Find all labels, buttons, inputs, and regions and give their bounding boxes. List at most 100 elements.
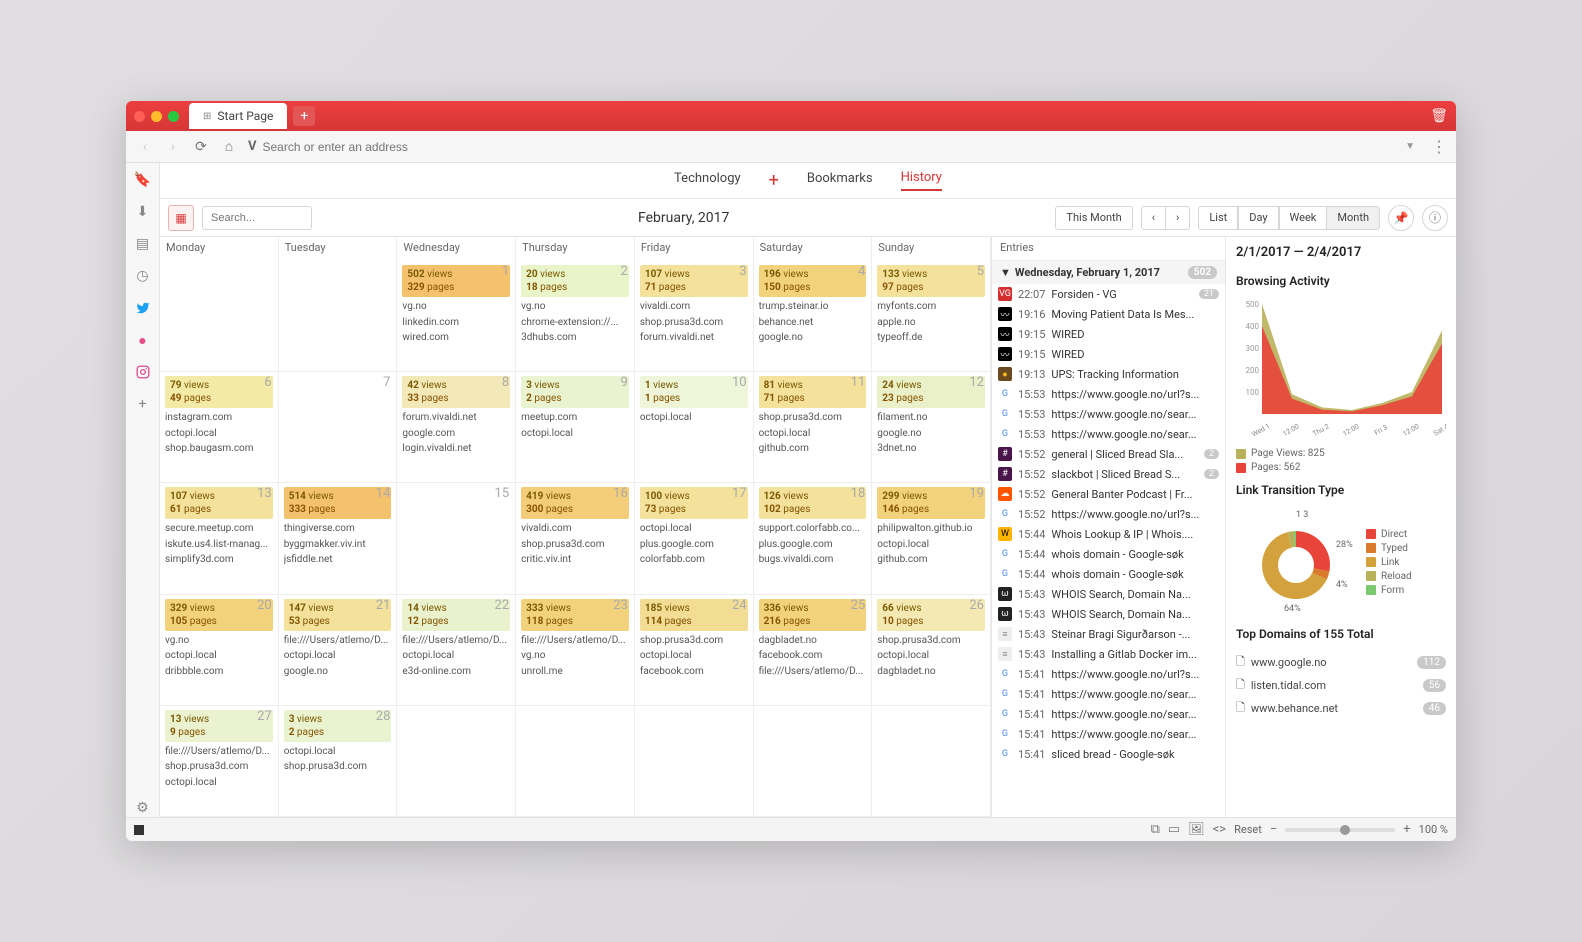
history-panel-icon[interactable]: ◷ bbox=[134, 267, 152, 285]
new-tab-button[interactable]: + bbox=[293, 106, 315, 126]
calendar-cell[interactable]: 7 bbox=[279, 372, 398, 483]
zoom-in-button[interactable]: + bbox=[1403, 822, 1410, 837]
calendar-cell[interactable] bbox=[754, 706, 873, 817]
instagram-panel-icon[interactable] bbox=[134, 363, 152, 381]
calendar-cell[interactable]: 93 views2 pagesmeetup.comoctopi.local bbox=[516, 372, 635, 483]
address-input[interactable] bbox=[263, 140, 1400, 154]
calendar-cell[interactable]: 2666 views10 pagesshop.prusa3d.comoctopi… bbox=[872, 595, 991, 706]
top-domain-row[interactable]: 🗋www.google.no112 bbox=[1236, 651, 1446, 674]
calendar-cell[interactable]: 19299 views146 pagesphilipwalton.github.… bbox=[872, 483, 991, 594]
history-entry[interactable]: G15:44whois domain - Google-søk bbox=[992, 544, 1225, 564]
tab-bookmarks[interactable]: Bookmarks bbox=[807, 171, 873, 190]
history-entry[interactable]: G15:41https://www.google.no/sear... bbox=[992, 724, 1225, 744]
notes-panel-icon[interactable]: ▤ bbox=[134, 235, 152, 253]
calendar-cell[interactable] bbox=[872, 706, 991, 817]
zoom-slider[interactable] bbox=[1285, 828, 1395, 832]
calendar-cell[interactable]: 220 views18 pagesvg.nochrome-extension:/… bbox=[516, 261, 635, 372]
next-button[interactable]: › bbox=[1166, 206, 1190, 230]
calendar-cell[interactable]: 20329 views105 pagesvg.nooctopi.localdri… bbox=[160, 595, 279, 706]
calendar-cell[interactable]: 1224 views23 pagesfilament.nogoogle.no3d… bbox=[872, 372, 991, 483]
history-entry[interactable]: G15:53https://www.google.no/sear... bbox=[992, 404, 1225, 424]
history-entry[interactable]: ≡15:43Installing a Gitlab Docker im... bbox=[992, 644, 1225, 664]
capture-icon[interactable]: ⧉ bbox=[1151, 822, 1160, 837]
menu-button[interactable]: ⋮ bbox=[1431, 137, 1446, 156]
top-domain-row[interactable]: 🗋listen.tidal.com56 bbox=[1236, 674, 1446, 697]
history-entry[interactable]: 〰19:15WIRED bbox=[992, 344, 1225, 364]
history-entry[interactable]: G15:41https://www.google.no/sear... bbox=[992, 684, 1225, 704]
bookmarks-panel-icon[interactable]: 🔖 bbox=[134, 171, 152, 189]
back-button[interactable]: ‹ bbox=[136, 139, 154, 155]
calendar-cell[interactable]: 25336 views216 pagesdagbladet.nofacebook… bbox=[754, 595, 873, 706]
prev-button[interactable]: ‹ bbox=[1141, 206, 1166, 230]
zoom-reset-button[interactable]: Reset bbox=[1234, 823, 1262, 836]
calendar-cell[interactable]: 101 views1 pagesoctopi.local bbox=[635, 372, 754, 483]
history-entry[interactable]: 〰19:16Moving Patient Data Is Mes... bbox=[992, 304, 1225, 324]
calendar-picker-button[interactable]: ▦ bbox=[168, 205, 194, 231]
history-entry[interactable]: 〰19:15WIRED bbox=[992, 324, 1225, 344]
history-entry[interactable]: G15:44whois domain - Google-søk bbox=[992, 564, 1225, 584]
settings-icon[interactable]: ⚙ bbox=[134, 799, 152, 817]
reload-button[interactable]: ⟳ bbox=[192, 139, 210, 155]
calendar-cell[interactable]: 1502 views329 pagesvg.nolinkedin.comwire… bbox=[397, 261, 516, 372]
calendar-cell[interactable]: 283 views2 pagesoctopi.localshop.prusa3d… bbox=[279, 706, 398, 817]
trash-icon[interactable]: 🗑 bbox=[1430, 108, 1448, 124]
calendar-cell[interactable]: 1181 views71 pagesshop.prusa3d.comoctopi… bbox=[754, 372, 873, 483]
page-actions-icon[interactable]: <> bbox=[1213, 822, 1226, 837]
view-day-button[interactable]: Day bbox=[1238, 206, 1278, 230]
pin-button[interactable]: 📌 bbox=[1388, 205, 1414, 231]
downloads-panel-icon[interactable]: ⬇ bbox=[134, 203, 152, 221]
calendar-cell[interactable] bbox=[397, 706, 516, 817]
calendar-cell[interactable]: 842 views33 pagesforum.vivaldi.netgoogle… bbox=[397, 372, 516, 483]
info-button[interactable]: ⓘ bbox=[1422, 205, 1448, 231]
history-entry[interactable]: W15:44Whois Lookup & IP | Whois.... bbox=[992, 524, 1225, 544]
history-entry[interactable]: G15:53https://www.google.no/sear... bbox=[992, 424, 1225, 444]
this-month-button[interactable]: This Month bbox=[1055, 206, 1132, 230]
history-entry[interactable]: G15:41sliced bread - Google-søk bbox=[992, 744, 1225, 764]
history-entry[interactable]: ●19:13UPS: Tracking Information bbox=[992, 364, 1225, 384]
calendar-cell[interactable]: 17100 views73 pagesoctopi.localplus.goog… bbox=[635, 483, 754, 594]
browser-tab[interactable]: ⊞ Start Page bbox=[189, 103, 287, 129]
history-entry[interactable]: ≡15:43Steinar Bragi Sigurðarson -... bbox=[992, 624, 1225, 644]
add-panel-icon[interactable]: + bbox=[134, 395, 152, 413]
calendar-cell[interactable]: 18126 views102 pagessupport.colorfabb.co… bbox=[754, 483, 873, 594]
calendar-cell[interactable]: 23333 views118 pagesfile:///Users/atlemo… bbox=[516, 595, 635, 706]
calendar-cell[interactable]: 679 views49 pagesinstagram.comoctopi.loc… bbox=[160, 372, 279, 483]
calendar-cell[interactable]: 2713 views9 pagesfile:///Users/atlemo/D.… bbox=[160, 706, 279, 817]
address-bar[interactable]: V ▼ bbox=[248, 139, 1421, 154]
twitter-panel-icon[interactable] bbox=[134, 299, 152, 317]
calendar-cell[interactable]: 13107 views61 pagessecure.meetup.comisku… bbox=[160, 483, 279, 594]
close-window-button[interactable] bbox=[134, 111, 145, 122]
view-week-button[interactable]: Week bbox=[1279, 206, 1328, 230]
maximize-window-button[interactable] bbox=[168, 111, 179, 122]
history-entry[interactable]: #15:52general | Sliced Bread Sla...2 bbox=[992, 444, 1225, 464]
calendar-cell[interactable] bbox=[160, 261, 279, 372]
image-toggle-icon[interactable]: 🖼 bbox=[1188, 822, 1205, 837]
calendar-cell[interactable]: 2214 views12 pagesfile:///Users/atlemo/D… bbox=[397, 595, 516, 706]
entries-date-row[interactable]: ▼ Wednesday, February 1, 2017 502 bbox=[992, 261, 1225, 284]
history-entry[interactable]: G15:52https://www.google.no/url?s... bbox=[992, 504, 1225, 524]
add-speed-dial-button[interactable]: + bbox=[769, 170, 779, 191]
tab-technology[interactable]: Technology bbox=[674, 171, 741, 190]
minimize-window-button[interactable] bbox=[151, 111, 162, 122]
history-entry[interactable]: G15:53https://www.google.no/url?s... bbox=[992, 384, 1225, 404]
tab-history[interactable]: History bbox=[901, 170, 942, 191]
history-entry[interactable]: G15:41https://www.google.no/sear... bbox=[992, 704, 1225, 724]
history-entry[interactable]: VG22:07Forsiden - VG21 bbox=[992, 284, 1225, 304]
history-entry[interactable]: ω15:43WHOIS Search, Domain Na... bbox=[992, 604, 1225, 624]
calendar-cell[interactable]: 16419 views300 pagesvivaldi.comshop.prus… bbox=[516, 483, 635, 594]
home-button[interactable]: ⌂ bbox=[220, 138, 238, 155]
history-entry[interactable]: ☁15:52General Banter Podcast | Fr... bbox=[992, 484, 1225, 504]
calendar-cell[interactable] bbox=[635, 706, 754, 817]
tile-icon[interactable]: ▭ bbox=[1168, 822, 1180, 837]
calendar-cell[interactable]: 4196 views150 pagestrump.steinar.iobehan… bbox=[754, 261, 873, 372]
history-search-input[interactable] bbox=[202, 206, 312, 230]
calendar-cell[interactable]: 24185 views114 pagesshop.prusa3d.comocto… bbox=[635, 595, 754, 706]
history-entry[interactable]: G15:41https://www.google.no/url?s... bbox=[992, 664, 1225, 684]
calendar-cell[interactable]: 3107 views71 pagesvivaldi.comshop.prusa3… bbox=[635, 261, 754, 372]
history-entry[interactable]: ω15:43WHOIS Search, Domain Na... bbox=[992, 584, 1225, 604]
calendar-cell[interactable]: 14514 views333 pagesthingiverse.combyggm… bbox=[279, 483, 398, 594]
calendar-cell[interactable]: 15 bbox=[397, 483, 516, 594]
history-entry[interactable]: #15:52slackbot | Sliced Bread S...2 bbox=[992, 464, 1225, 484]
calendar-cell[interactable]: 21147 views53 pagesfile:///Users/atlemo/… bbox=[279, 595, 398, 706]
view-list-button[interactable]: List bbox=[1198, 206, 1238, 230]
